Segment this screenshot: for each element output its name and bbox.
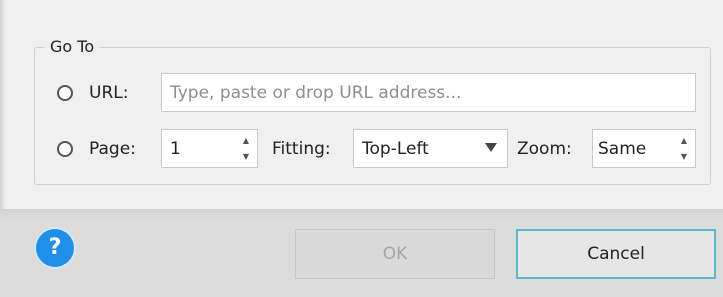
url-radio[interactable]: [57, 85, 73, 101]
page-number-stepper[interactable]: 1 ▲ ▼: [161, 129, 258, 168]
page-number-value: 1: [170, 139, 181, 159]
ok-button[interactable]: OK: [295, 229, 495, 279]
zoom-label: Zoom:: [517, 139, 572, 159]
fitting-label: Fitting:: [272, 139, 331, 159]
url-input[interactable]: Type, paste or drop URL address...: [161, 73, 696, 112]
help-icon[interactable]: ?: [36, 229, 74, 267]
url-input-placeholder: Type, paste or drop URL address...: [170, 83, 462, 103]
page-label: Page:: [89, 139, 136, 159]
left-edge-shadow: [0, 0, 6, 209]
fitting-dropdown[interactable]: Top-Left: [353, 129, 508, 168]
spin-down-arrow-icon[interactable]: ▼: [679, 153, 689, 161]
zoom-spin-buttons[interactable]: ▲ ▼: [679, 134, 689, 163]
chevron-down-icon[interactable]: [485, 143, 497, 152]
button-bar-shade: [0, 210, 723, 220]
spin-up-arrow-icon[interactable]: ▲: [241, 137, 251, 145]
spin-down-arrow-icon[interactable]: ▼: [241, 153, 251, 161]
cancel-button[interactable]: Cancel: [516, 229, 716, 279]
fitting-selected-value: Top-Left: [362, 139, 429, 159]
goto-group-title: Go To: [44, 37, 101, 57]
zoom-stepper[interactable]: Same ▲ ▼: [592, 129, 696, 168]
page-radio[interactable]: [57, 141, 73, 157]
page-spin-buttons[interactable]: ▲ ▼: [241, 134, 251, 163]
url-label: URL:: [89, 83, 129, 103]
spin-up-arrow-icon[interactable]: ▲: [679, 137, 689, 145]
zoom-value: Same: [598, 139, 647, 159]
